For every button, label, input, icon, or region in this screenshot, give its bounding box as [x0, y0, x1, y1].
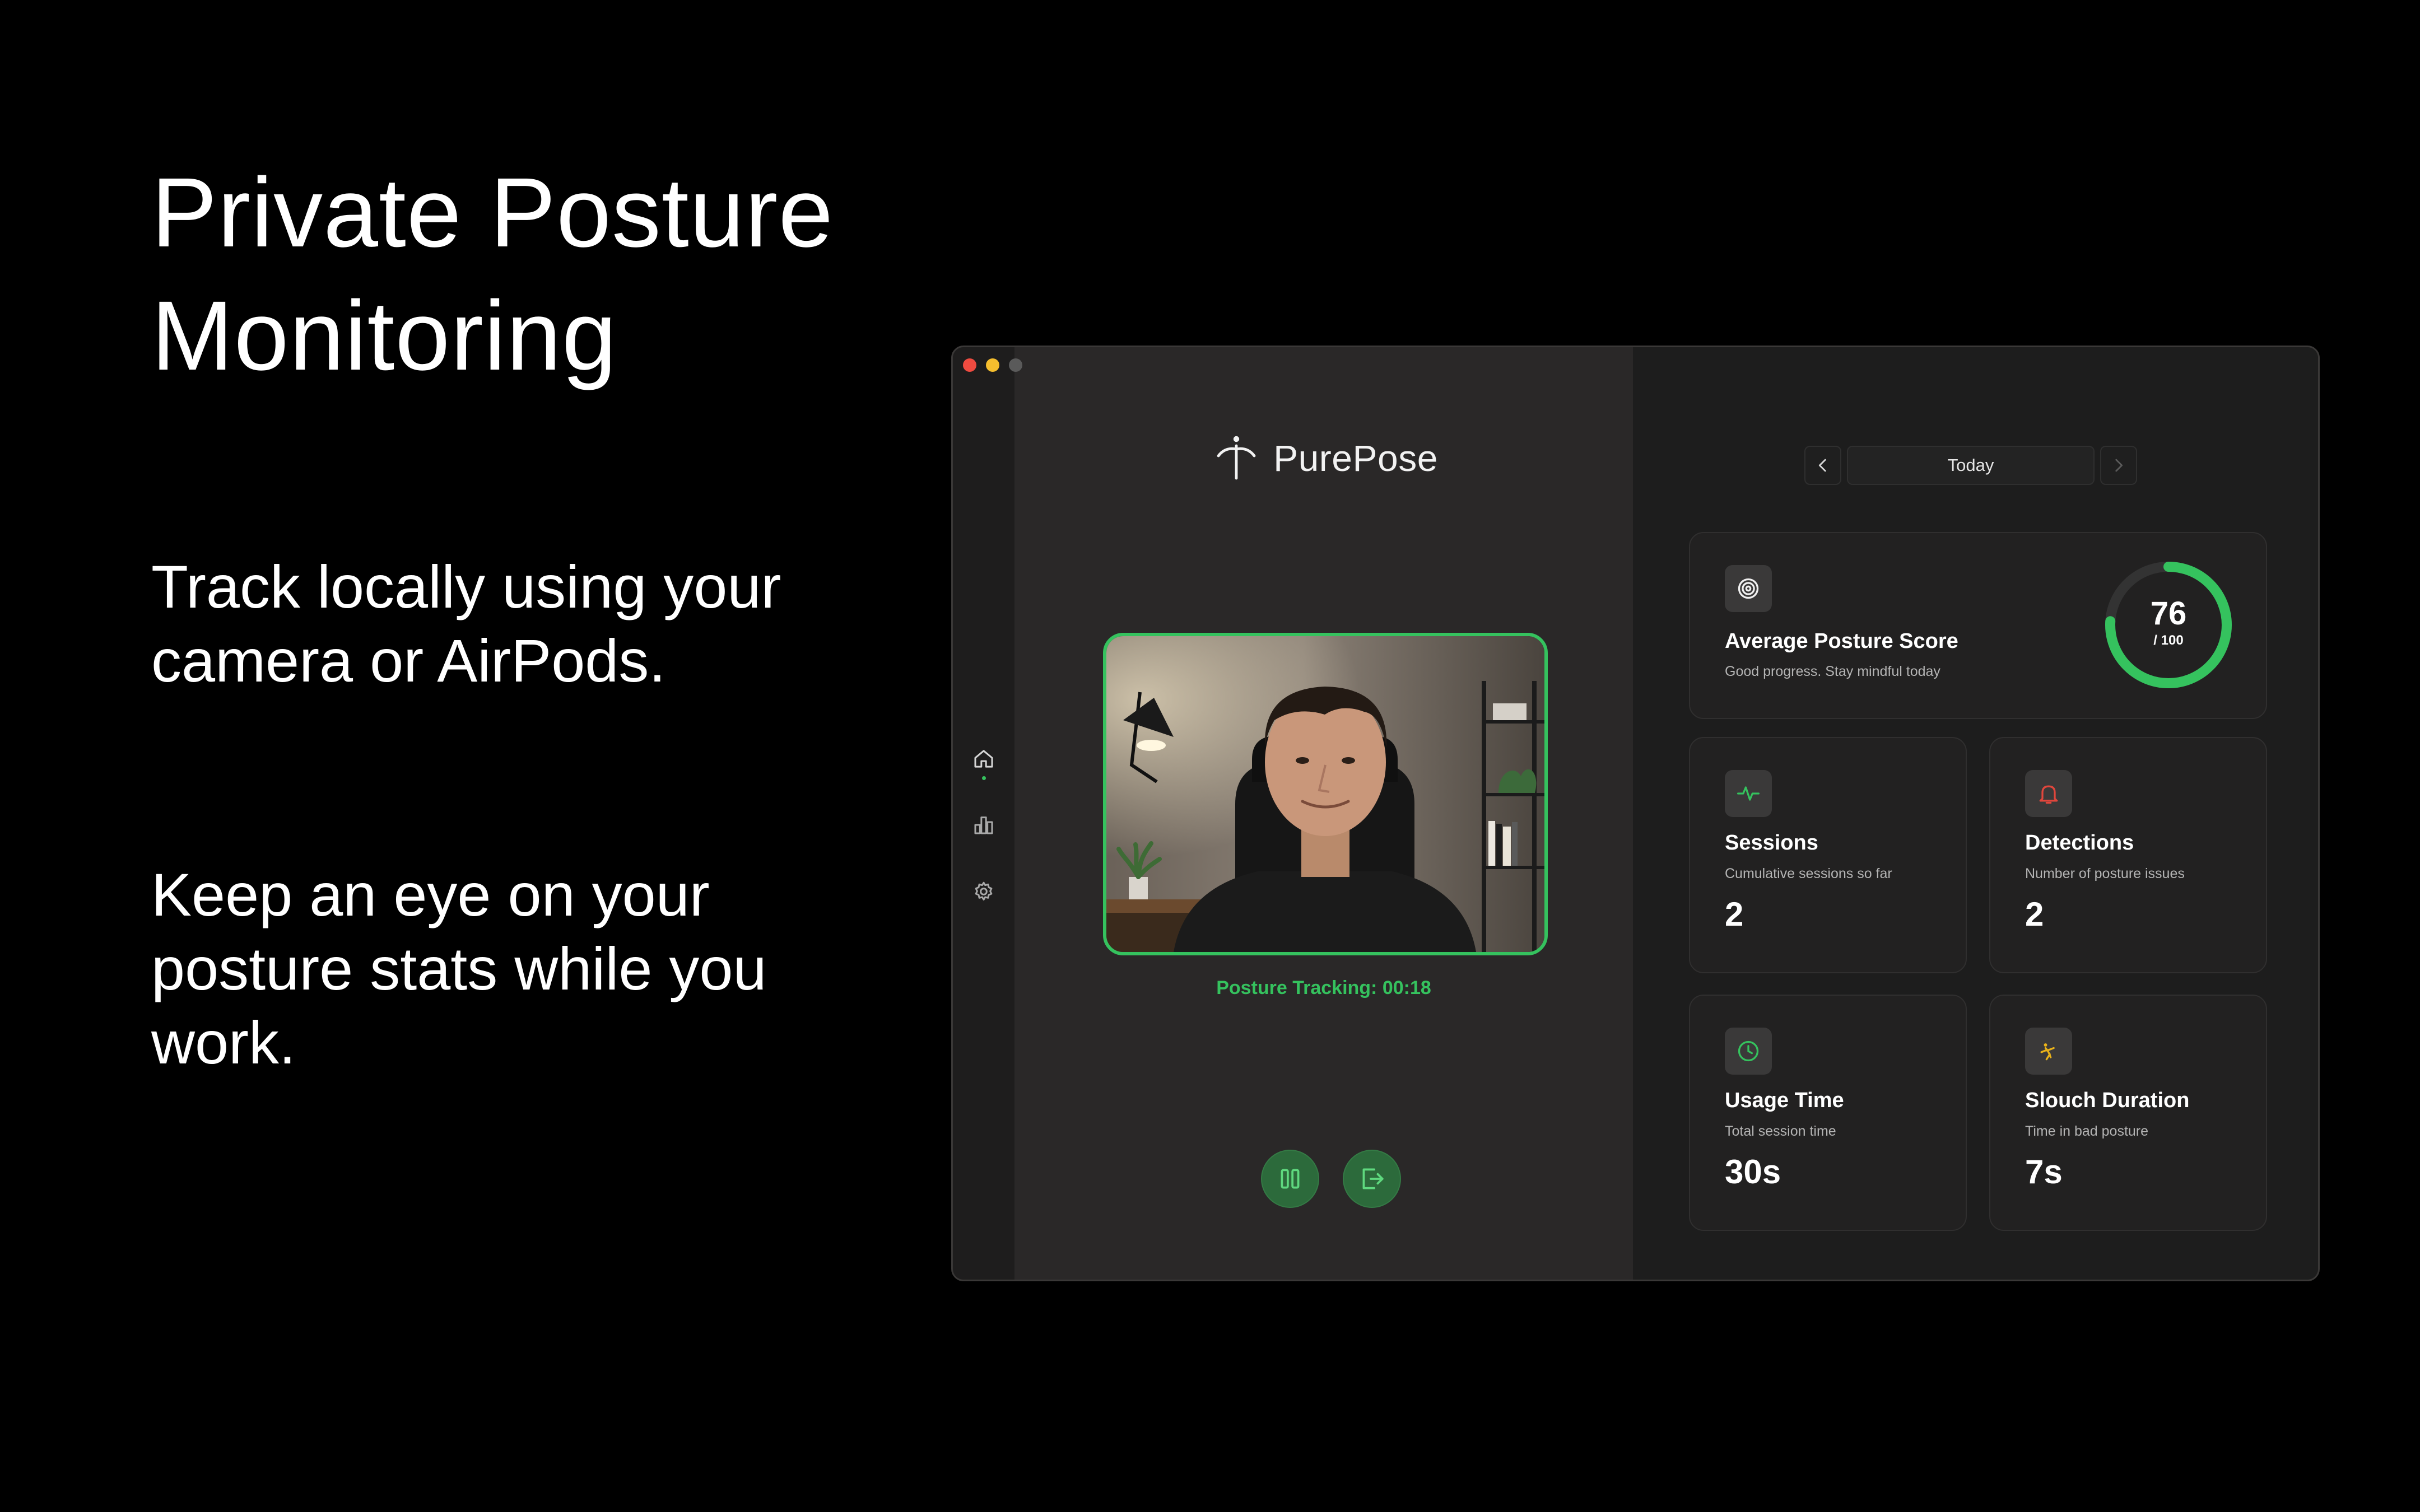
window-controls: [963, 358, 1022, 372]
chevron-right-icon: [2115, 459, 2123, 472]
stat-subtitle: Cumulative sessions so far: [1725, 866, 1892, 881]
close-window-button[interactable]: [963, 358, 976, 372]
stat-value: 7s: [2025, 1153, 2063, 1191]
pulse-icon: [1737, 786, 1760, 801]
marketing-tagline-stats: Keep an eye on your posture stats while …: [151, 861, 767, 1076]
date-selector[interactable]: Today: [1847, 446, 2095, 485]
stat-value: 2: [1725, 895, 1744, 933]
stats-panel: Today Average Posture Score Good progres…: [1633, 347, 2318, 1280]
card-icon: [1725, 770, 1772, 817]
slouch-icon: [2040, 1043, 2055, 1061]
app-name: PurePose: [1273, 437, 1438, 479]
previous-day-button[interactable]: [1804, 446, 1841, 485]
exit-button[interactable]: [1343, 1150, 1401, 1208]
sidebar-item-home[interactable]: [971, 746, 997, 772]
slouch-duration-card: Slouch Duration Time in bad posture 7s: [1989, 995, 2267, 1231]
webcam-feed-image: [1106, 636, 1544, 952]
score-subtitle: Good progress. Stay mindful today: [1725, 664, 1940, 679]
stat-value: 2: [2025, 895, 2044, 933]
pause-button[interactable]: [1261, 1150, 1319, 1208]
card-icon: [2025, 770, 2072, 817]
sidebar: [953, 347, 1016, 1280]
stat-subtitle: Total session time: [1725, 1123, 1836, 1139]
score-denominator: / 100: [2153, 633, 2184, 648]
exit-icon: [1362, 1168, 1384, 1189]
stat-title: Sessions: [1725, 831, 1818, 855]
clock-icon: [1738, 1040, 1759, 1062]
sidebar-item-settings[interactable]: [971, 879, 997, 904]
camera-preview: [1103, 633, 1548, 955]
detections-card: Detections Number of posture issues 2: [1989, 737, 2267, 973]
sidebar-item-stats[interactable]: [971, 812, 997, 838]
marketing-headline: Private Posture Monitoring: [151, 158, 834, 391]
score-value: 76: [2150, 595, 2187, 632]
posture-score-card: Average Posture Score Good progress. Sta…: [1689, 532, 2267, 719]
card-icon: [2025, 1028, 2072, 1075]
app-logo: PurePose: [1014, 431, 1633, 485]
card-icon: [1725, 1028, 1772, 1075]
zoom-window-button[interactable]: [1009, 358, 1022, 372]
score-title: Average Posture Score: [1725, 629, 1958, 653]
bell-icon: [2039, 785, 2058, 804]
next-day-button[interactable]: [2100, 446, 2137, 485]
gear-icon: [975, 881, 993, 900]
date-navigator: Today: [1804, 446, 2137, 485]
chevron-left-icon: [1818, 459, 1826, 472]
stat-value: 30s: [1725, 1153, 1781, 1191]
purepose-logo-icon: [1217, 436, 1256, 480]
bar-chart-icon: [974, 816, 993, 834]
card-icon: [1725, 565, 1772, 612]
usage-time-card: Usage Time Total session time 30s: [1689, 995, 1967, 1231]
tracking-status: Posture Tracking: 00:18: [1216, 977, 1431, 998]
pause-icon: [1281, 1169, 1300, 1189]
camera-panel: PurePose Posture Tracking: 00:18: [1014, 347, 1633, 1280]
minimize-window-button[interactable]: [986, 358, 999, 372]
sessions-card: Sessions Cumulative sessions so far 2: [1689, 737, 1967, 973]
stat-title: Detections: [2025, 831, 2134, 855]
stat-title: Slouch Duration: [2025, 1089, 2190, 1112]
home-icon: [974, 750, 993, 768]
stat-title: Usage Time: [1725, 1089, 1844, 1112]
stat-subtitle: Time in bad posture: [2025, 1123, 2149, 1139]
marketing-tagline-local: Track locally using your camera or AirPo…: [151, 553, 781, 694]
active-indicator: [982, 776, 986, 780]
app-window: PurePose Posture Tracking: 00:18 Today A…: [951, 346, 2320, 1281]
stat-subtitle: Number of posture issues: [2025, 866, 2185, 881]
target-icon: [1738, 578, 1759, 599]
